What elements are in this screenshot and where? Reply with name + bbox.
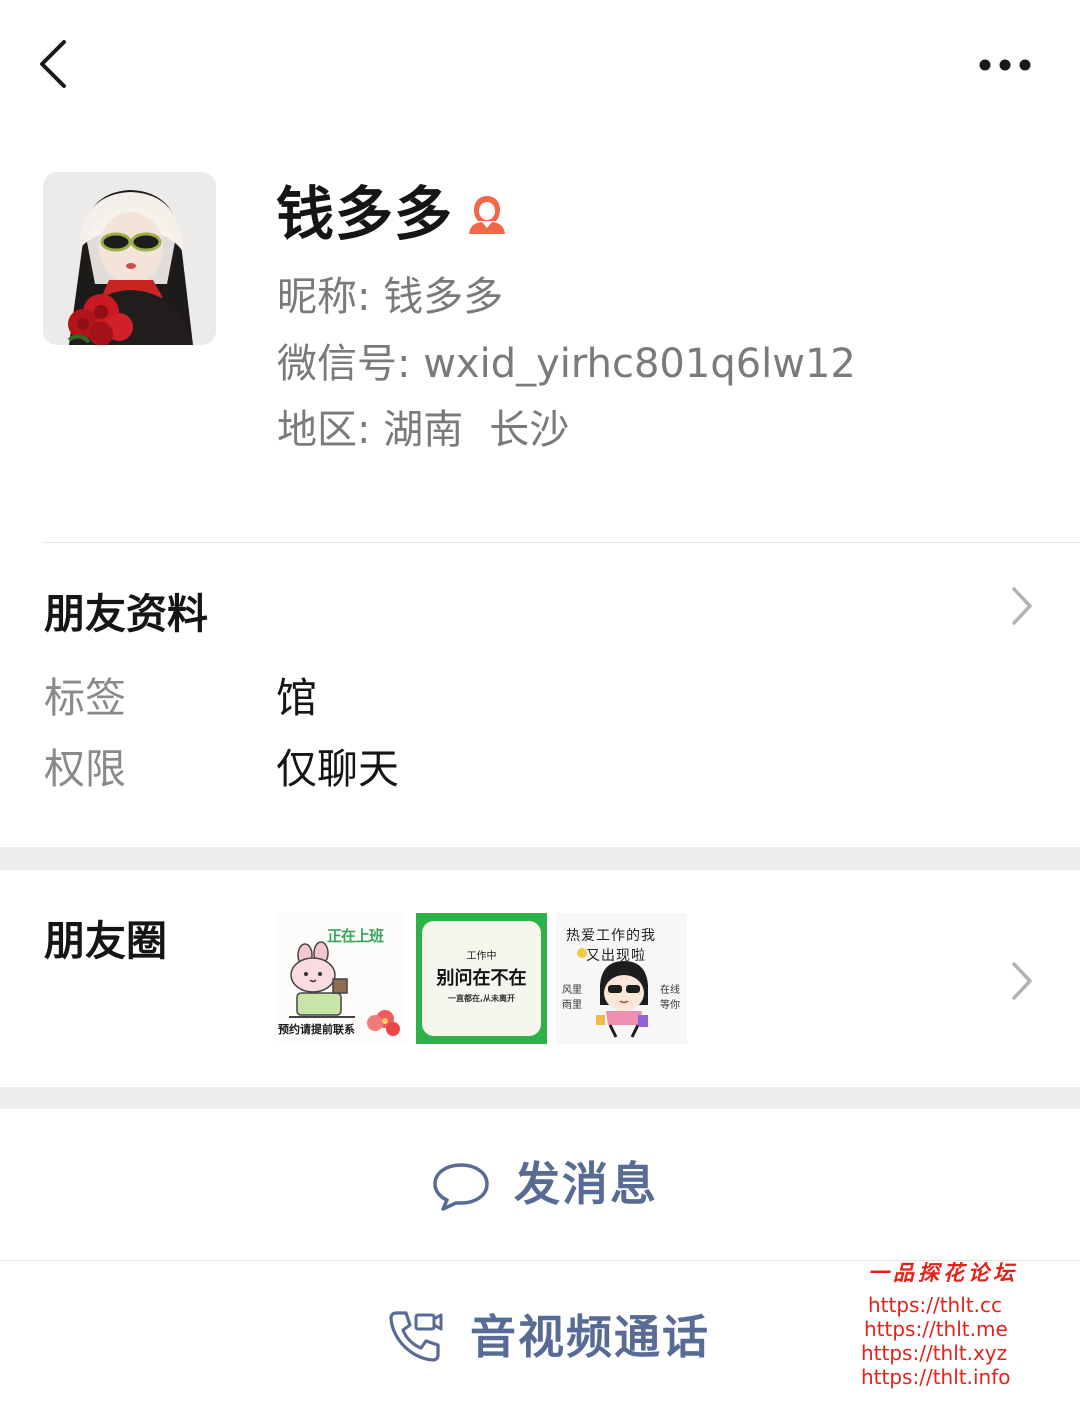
moment-thumb-1-badge: 正在上班 — [327, 927, 384, 945]
chevron-right-icon — [1012, 587, 1032, 625]
moment-thumb-2[interactable]: 工作中 别问在不在 一直都在,从未离开 — [416, 913, 547, 1044]
more-button[interactable] — [970, 48, 1040, 82]
moment-thumb-3-line2: 又出现啦 — [586, 948, 646, 964]
nickname-line: 昵称: 钱多多 — [277, 271, 503, 323]
chevron-left-icon — [40, 40, 66, 88]
more-dots-icon — [979, 59, 1031, 71]
watermark-url-1: https://thlt.cc — [868, 1293, 1002, 1317]
moment-thumb-2-small: 工作中 — [466, 951, 497, 962]
moment-thumb-3[interactable]: 热爱工作的我 又出现啦 风里 雨里 在线 等你 — [556, 913, 687, 1044]
display-name: 钱多多 — [276, 180, 454, 248]
avatar[interactable] — [43, 172, 216, 345]
send-message-button[interactable]: 发消息 — [0, 1109, 1080, 1259]
section-gap — [0, 1087, 1080, 1109]
section-gap — [0, 847, 1080, 870]
wxid-line: 微信号: wxid_yirhc801q6lw12 — [277, 338, 856, 390]
region-label: 地区: — [277, 407, 371, 453]
nickname-value: 钱多多 — [383, 274, 504, 320]
permission-label: 权限 — [44, 745, 126, 793]
tag-value: 馆 — [276, 674, 317, 722]
moment-thumb-3-right: 在线 等你 — [660, 985, 680, 1011]
send-message-label: 发消息 — [514, 1157, 658, 1211]
moment-thumb-3-line1: 热爱工作的我 — [566, 928, 656, 944]
voice-video-call-label: 音视频通话 — [470, 1310, 710, 1364]
moment-thumb-2-main: 别问在不在 — [436, 968, 527, 989]
region-city: 长沙 — [489, 407, 570, 453]
wxid-value: wxid_yirhc801q6lw12 — [423, 341, 856, 387]
watermark-url-2: https://thlt.me — [864, 1317, 1008, 1341]
permission-value: 仅聊天 — [276, 745, 399, 793]
nickname-label: 昵称: — [277, 274, 371, 320]
watermark-url-3: https://thlt.xyz — [861, 1341, 1008, 1365]
chat-bubble-icon — [433, 1163, 489, 1211]
avatar-image — [43, 172, 216, 345]
back-button[interactable] — [30, 36, 80, 92]
moment-thumb-3-left: 风里 雨里 — [562, 985, 582, 1011]
tag-label: 标签 — [44, 674, 126, 722]
phone-video-icon — [389, 1311, 443, 1362]
moment-thumb-1-caption: 预约请提前联系 — [278, 1023, 355, 1036]
watermark-url-4: https://thlt.info — [861, 1365, 1011, 1389]
female-icon — [464, 192, 510, 238]
friend-info-section[interactable]: 朋友资料 标签 馆 权限 仅聊天 — [0, 543, 1080, 846]
moment-thumb-2-sub: 一直都在,从未离开 — [447, 994, 516, 1003]
watermark-title: 一品探花论坛 — [868, 1260, 1018, 1285]
chevron-right-icon — [1012, 962, 1032, 1000]
friend-info-title: 朋友资料 — [44, 590, 208, 638]
moments-title: 朋友圈 — [44, 917, 167, 965]
region-province: 湖南 — [383, 407, 464, 453]
region-line: 地区: 湖南 长沙 — [277, 404, 569, 456]
moment-thumb-1[interactable]: 正在上班 预约请提前联系 — [275, 913, 406, 1044]
wxid-label: 微信号: — [277, 341, 411, 387]
